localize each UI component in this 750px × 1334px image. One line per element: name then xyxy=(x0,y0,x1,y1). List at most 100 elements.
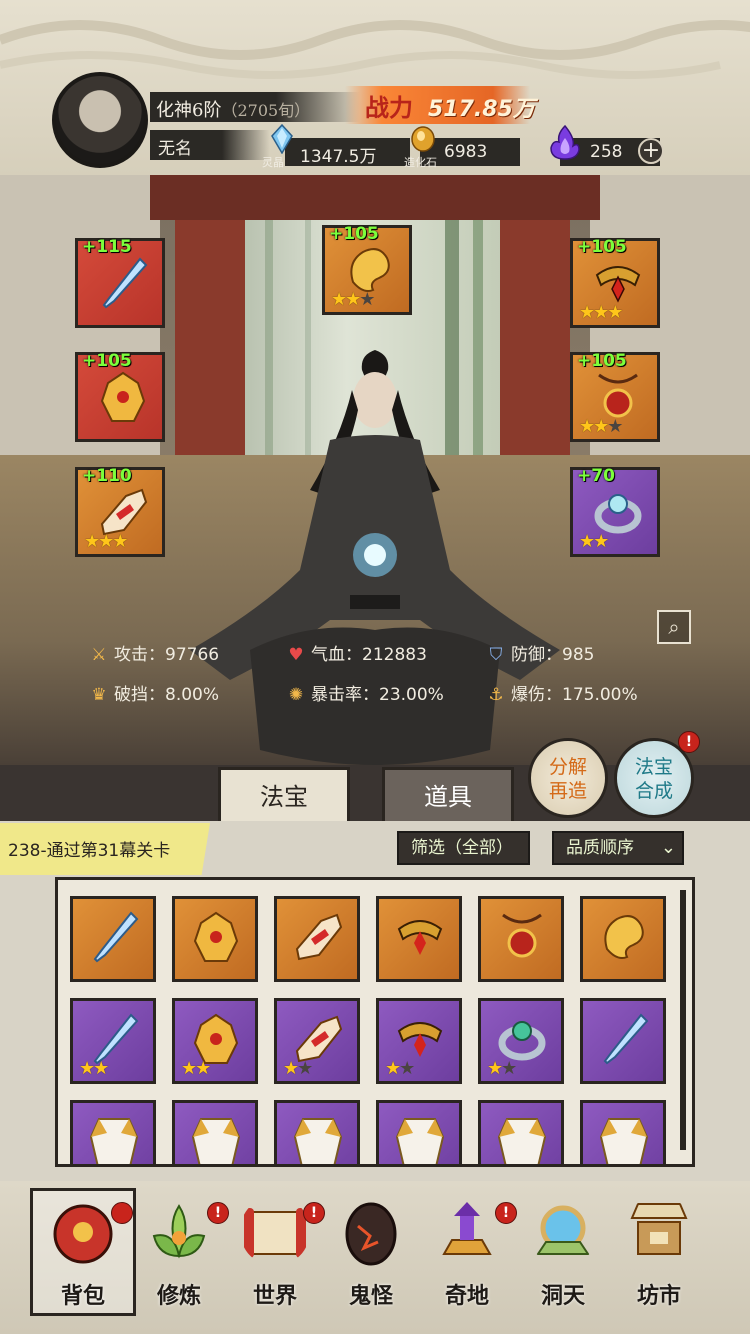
bag-icon xyxy=(53,1204,113,1264)
inventory-item[interactable] xyxy=(580,896,666,982)
inventory-scrollbar[interactable] xyxy=(680,890,686,1150)
creation-stone-icon xyxy=(411,126,435,152)
golden-armor-icon xyxy=(100,371,146,422)
portal-icon xyxy=(536,1205,590,1255)
nav-label: 鬼怪 xyxy=(348,1283,393,1309)
inventory-item[interactable]: ★★ xyxy=(172,998,258,1084)
winged-boot-icon xyxy=(295,913,343,961)
stat-defense: ⛉ 防御：985 xyxy=(485,640,595,665)
inventory-grid: ★★ ★★ ★★ ★★ ★★ xyxy=(55,877,695,1167)
star-rating: ★★★ xyxy=(84,531,128,552)
add-resource-button[interactable]: + xyxy=(638,138,664,164)
sword-icon xyxy=(603,1013,649,1065)
robe-armor-icon xyxy=(599,1118,649,1164)
nav-item-5[interactable]: 洞天 xyxy=(513,1188,613,1316)
inventory-item[interactable]: ★★ xyxy=(478,998,564,1084)
decompose-rebuild-button[interactable]: 分解 再造 xyxy=(528,738,608,818)
realm-text: 化神6阶（2705旬） xyxy=(156,100,311,121)
quest-text: 238-通过第31幕关卡 xyxy=(8,841,171,861)
filter-dropdown[interactable]: 筛选（全部） xyxy=(397,831,530,865)
tab-magic-treasure[interactable]: 法宝 xyxy=(218,767,350,821)
anchor-icon: ⚓ xyxy=(488,685,504,705)
robe-armor-icon xyxy=(89,1118,139,1164)
tab-items[interactable]: 道具 xyxy=(382,767,514,821)
inventory-item[interactable]: ★★ xyxy=(274,998,360,1084)
star-rating: ★★ xyxy=(79,1058,109,1079)
scroll-map-icon xyxy=(244,1208,306,1258)
player-avatar[interactable] xyxy=(52,72,148,168)
crown-icon: ♛ xyxy=(91,685,107,705)
pagoda-icon xyxy=(442,1202,492,1255)
resource-value-crystal: 1347.5万 xyxy=(300,147,377,167)
inventory-item[interactable] xyxy=(172,1100,258,1164)
lotus-icon xyxy=(152,1204,206,1259)
star-rating: ★★ xyxy=(579,531,609,552)
inventory-item[interactable] xyxy=(70,1100,156,1164)
inventory-item[interactable] xyxy=(478,1100,564,1164)
magnifier-icon: ⌕ xyxy=(668,615,680,639)
nav-item-6[interactable]: 坊市 xyxy=(609,1188,709,1316)
equip-slot-top[interactable]: +105 ★★★ xyxy=(322,224,412,315)
inventory-item[interactable] xyxy=(376,896,462,982)
nav-item-2[interactable]: 世界! xyxy=(225,1188,325,1316)
inventory-item[interactable] xyxy=(376,1100,462,1164)
star-rating: ★★★ xyxy=(579,302,623,323)
nav-item-0[interactable]: 背包 xyxy=(33,1188,133,1316)
inventory-item[interactable] xyxy=(580,1100,666,1164)
purple-flame-icon xyxy=(550,124,580,160)
door-lintel xyxy=(150,175,600,220)
inventory-item[interactable] xyxy=(70,896,156,982)
equip-slot-right-1[interactable]: +105 ★★★ xyxy=(570,237,660,328)
equip-slot-right-3[interactable]: +70 ★★ xyxy=(570,466,660,557)
nav-label: 奇地 xyxy=(444,1283,489,1309)
equip-slot-left-3[interactable]: +110 ★★★ xyxy=(75,466,165,557)
nav-label: 背包 xyxy=(60,1283,105,1309)
star-rating: ★★ xyxy=(181,1058,211,1079)
sort-dropdown[interactable]: 品质顺序 ⌄ xyxy=(552,831,684,865)
cloud-pattern xyxy=(0,20,750,79)
equip-slot-right-2[interactable]: +105 ★★★ xyxy=(570,351,660,442)
nav-label: 世界 xyxy=(252,1283,297,1309)
nav-item-1[interactable]: 修炼! xyxy=(129,1188,229,1316)
inventory-item[interactable]: ★★ xyxy=(70,998,156,1084)
equip-slot-left-1[interactable]: +115 xyxy=(75,237,165,328)
nav-label: 修炼 xyxy=(156,1283,201,1309)
market-stall-icon xyxy=(630,1203,688,1255)
equip-slot-left-2[interactable]: +105 xyxy=(75,351,165,442)
demon-egg-icon xyxy=(345,1202,397,1266)
stat-block-break: ♛ 破挡：8.00% xyxy=(88,680,219,705)
power-value: 517.85万 xyxy=(428,97,535,122)
circlet-icon xyxy=(397,920,443,955)
nav-label: 洞天 xyxy=(540,1283,585,1309)
burst-icon: ✺ xyxy=(288,685,304,705)
nav-item-3[interactable]: 鬼怪 xyxy=(321,1188,421,1316)
resource-label-crystal: 灵晶 xyxy=(262,156,284,169)
inspect-button[interactable]: ⌕ xyxy=(657,610,691,644)
robe-armor-icon xyxy=(293,1118,343,1164)
inventory-item[interactable] xyxy=(274,896,360,982)
golden-armor-icon xyxy=(193,911,239,962)
inventory-item[interactable] xyxy=(478,896,564,982)
star-rating: ★★ xyxy=(487,1058,517,1079)
golden-beast-icon xyxy=(604,915,644,959)
inventory-item[interactable] xyxy=(274,1100,360,1164)
inventory-item[interactable] xyxy=(172,896,258,982)
star-rating: ★★★ xyxy=(579,416,623,437)
pendant-icon xyxy=(502,913,542,958)
sword-icon xyxy=(102,257,148,309)
heart-icon: ♥ xyxy=(288,645,304,665)
sword-icon xyxy=(93,911,139,963)
plus-icon: + xyxy=(641,138,661,163)
nav-item-4[interactable]: 奇地! xyxy=(417,1188,517,1316)
player-name: 无名 xyxy=(158,139,192,159)
sword-icon: ⚔ xyxy=(91,645,107,665)
robe-armor-icon xyxy=(497,1118,547,1164)
inventory-item[interactable] xyxy=(580,998,666,1084)
stat-crit-rate: ✺ 暴击率：23.00% xyxy=(285,680,444,705)
star-rating: ★★★ xyxy=(331,289,375,310)
star-rating: ★★ xyxy=(283,1058,313,1079)
spirit-crystal-icon xyxy=(271,124,293,154)
inventory-item[interactable]: ★★ xyxy=(376,998,462,1084)
stat-hp: ♥ 气血：212883 xyxy=(285,640,427,665)
stat-crit-damage: ⚓ 爆伤：175.00% xyxy=(485,680,637,705)
